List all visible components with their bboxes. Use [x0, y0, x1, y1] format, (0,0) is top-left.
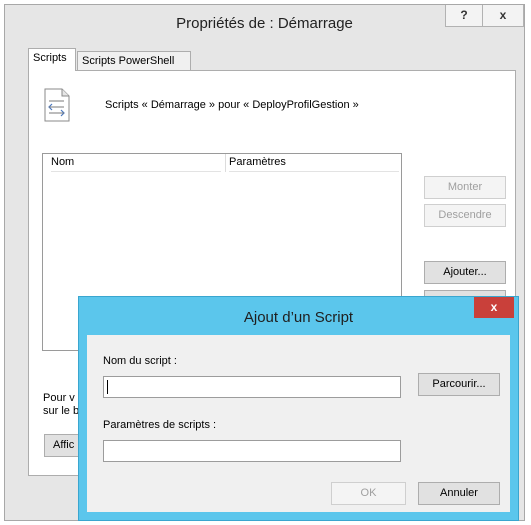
- move-down-button[interactable]: Descendre: [424, 204, 506, 227]
- tab-scripts[interactable]: Scripts: [28, 48, 76, 71]
- tab-scripts-powershell[interactable]: Scripts PowerShell: [77, 51, 191, 71]
- close-button[interactable]: x: [482, 5, 524, 27]
- script-name-label: Nom du script :: [103, 355, 177, 367]
- scripts-header-text: Scripts « Démarrage » pour « DeployProfi…: [105, 99, 359, 111]
- move-up-button[interactable]: Monter: [424, 176, 506, 199]
- add-script-dialog: Ajout d’un Script x Nom du script : Parc…: [78, 296, 519, 521]
- dialog-close-button[interactable]: x: [474, 297, 514, 318]
- column-header-nom[interactable]: Nom: [51, 154, 221, 172]
- title-bar: Propriétés de : Démarrage ? x: [5, 5, 524, 41]
- hint-line-2: sur le b: [43, 405, 80, 417]
- script-params-label: Paramètres de scripts :: [103, 419, 217, 431]
- script-params-input[interactable]: [103, 440, 401, 462]
- hint-line-1: Pour v: [43, 392, 75, 404]
- browse-button[interactable]: Parcourir...: [418, 373, 500, 396]
- dialog-title: Ajout d’un Script: [243, 309, 354, 326]
- text-caret: [107, 380, 108, 394]
- add-button[interactable]: Ajouter...: [424, 261, 506, 284]
- help-button[interactable]: ?: [445, 5, 483, 27]
- dialog-content: Nom du script : Parcourir... Paramètres …: [87, 335, 510, 512]
- ok-button[interactable]: OK: [331, 482, 406, 505]
- cancel-button[interactable]: Annuler: [418, 482, 500, 505]
- show-files-hint: Pour v sur le b: [43, 392, 79, 418]
- column-header-parametres[interactable]: Paramètres: [229, 154, 399, 172]
- script-file-icon: [44, 88, 70, 122]
- column-divider[interactable]: [225, 154, 226, 172]
- script-name-input[interactable]: [103, 376, 401, 398]
